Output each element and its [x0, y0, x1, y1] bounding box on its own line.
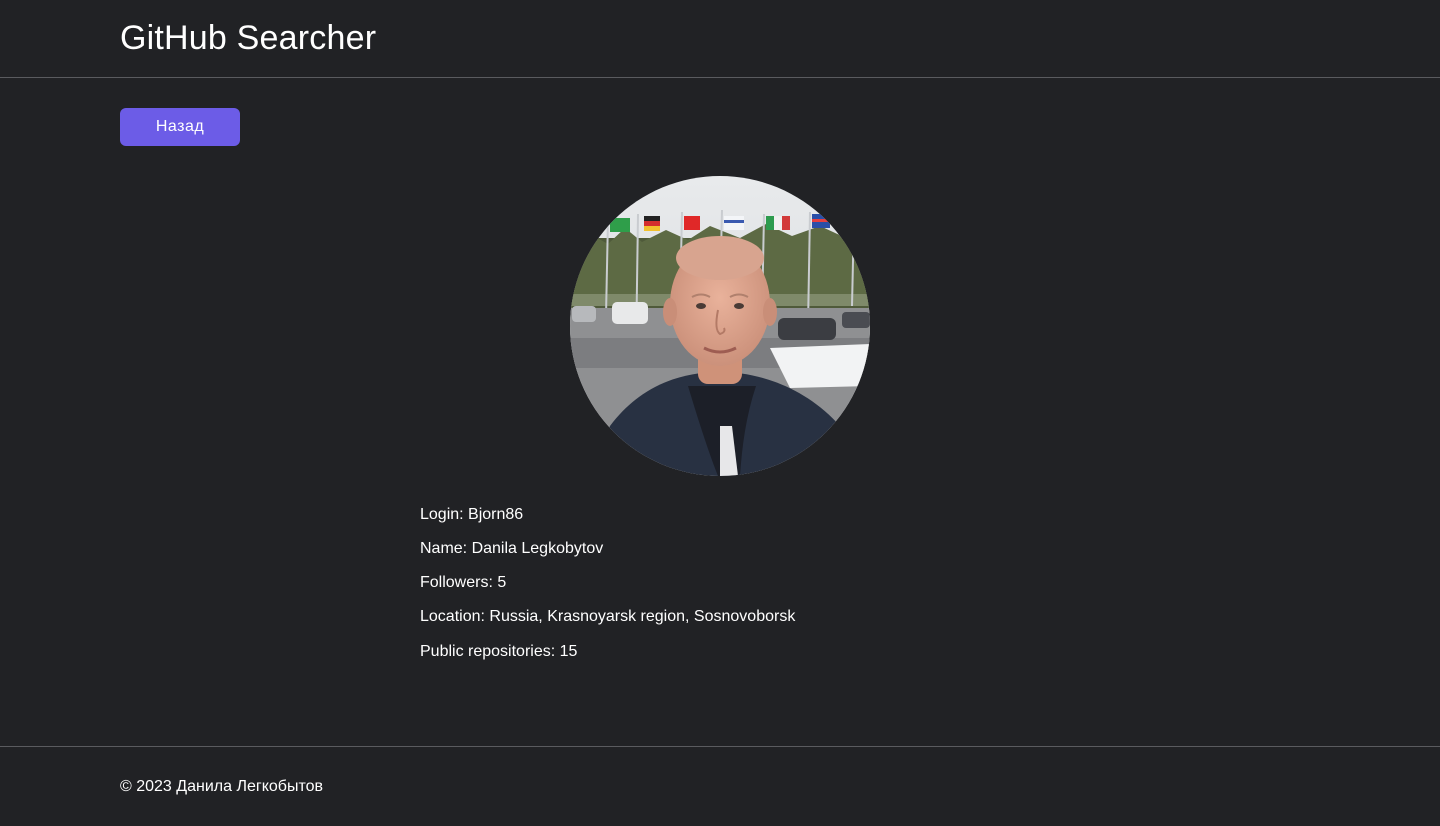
login-value: Bjorn86 [468, 506, 524, 523]
followers-label: Followers: [420, 574, 493, 591]
copyright-text: © 2023 Данила Легкобытов [120, 778, 323, 795]
name-label: Name: [420, 540, 468, 557]
public-repos-row: Public repositories: 15 [420, 642, 795, 676]
location-row: Location: Russia, Krasnoyarsk region, So… [420, 607, 795, 641]
public-repos-label: Public repositories: [420, 643, 556, 660]
public-repos-value: 15 [559, 643, 578, 660]
back-button[interactable]: Назад [120, 108, 240, 146]
page-header: GitHub Searcher [0, 0, 1440, 78]
followers-value: 5 [497, 574, 507, 591]
user-photo-icon [570, 176, 870, 476]
login-row: Login: Bjorn86 [420, 505, 795, 539]
avatar [570, 176, 870, 476]
name-row: Name: Danila Legkobytov [420, 539, 795, 573]
followers-row: Followers: 5 [420, 573, 795, 607]
app-title: GitHub Searcher [120, 19, 377, 57]
location-value: Russia, Krasnoyarsk region, Sosnovoborsk [489, 608, 796, 625]
location-label: Location: [420, 608, 485, 625]
name-value: Danila Legkobytov [471, 540, 604, 557]
page-footer: © 2023 Данила Легкобытов [0, 746, 1440, 826]
profile-info: Login: Bjorn86 Name: Danila Legkobytov F… [420, 505, 795, 676]
login-label: Login: [420, 506, 464, 523]
